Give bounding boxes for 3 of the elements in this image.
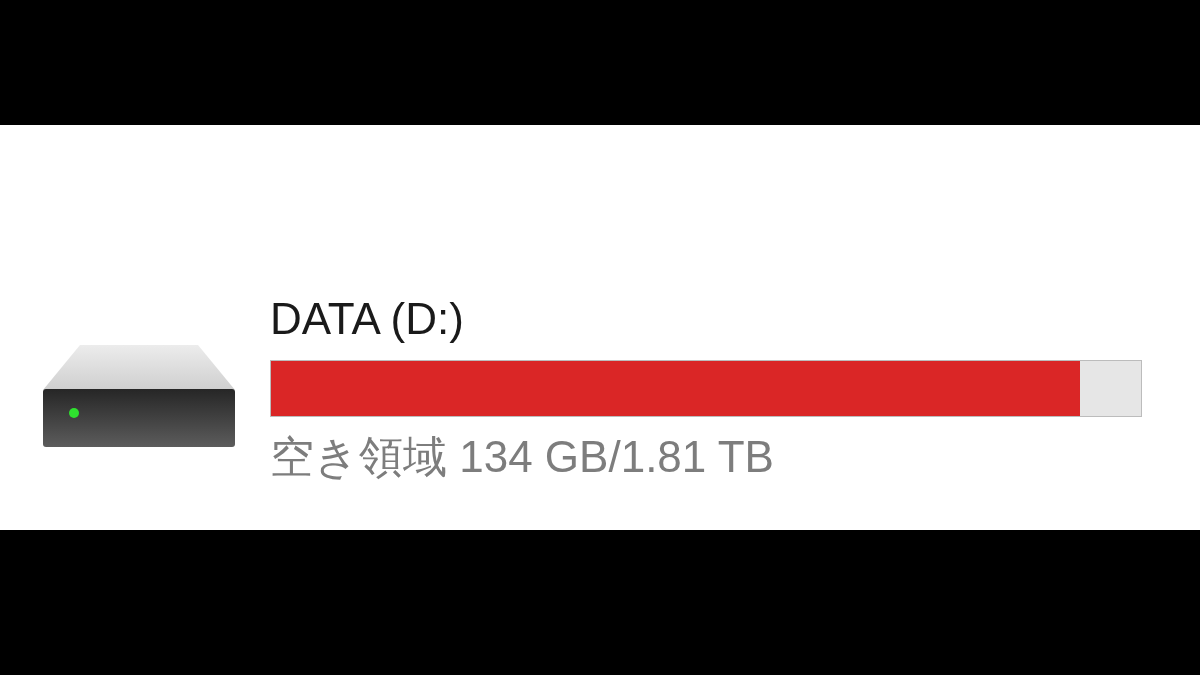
hard-drive-icon xyxy=(42,345,236,447)
drive-name: DATA (D:) xyxy=(270,293,465,345)
free-space-text: 空き領域 134 GB/1.81 TB xyxy=(270,430,775,483)
